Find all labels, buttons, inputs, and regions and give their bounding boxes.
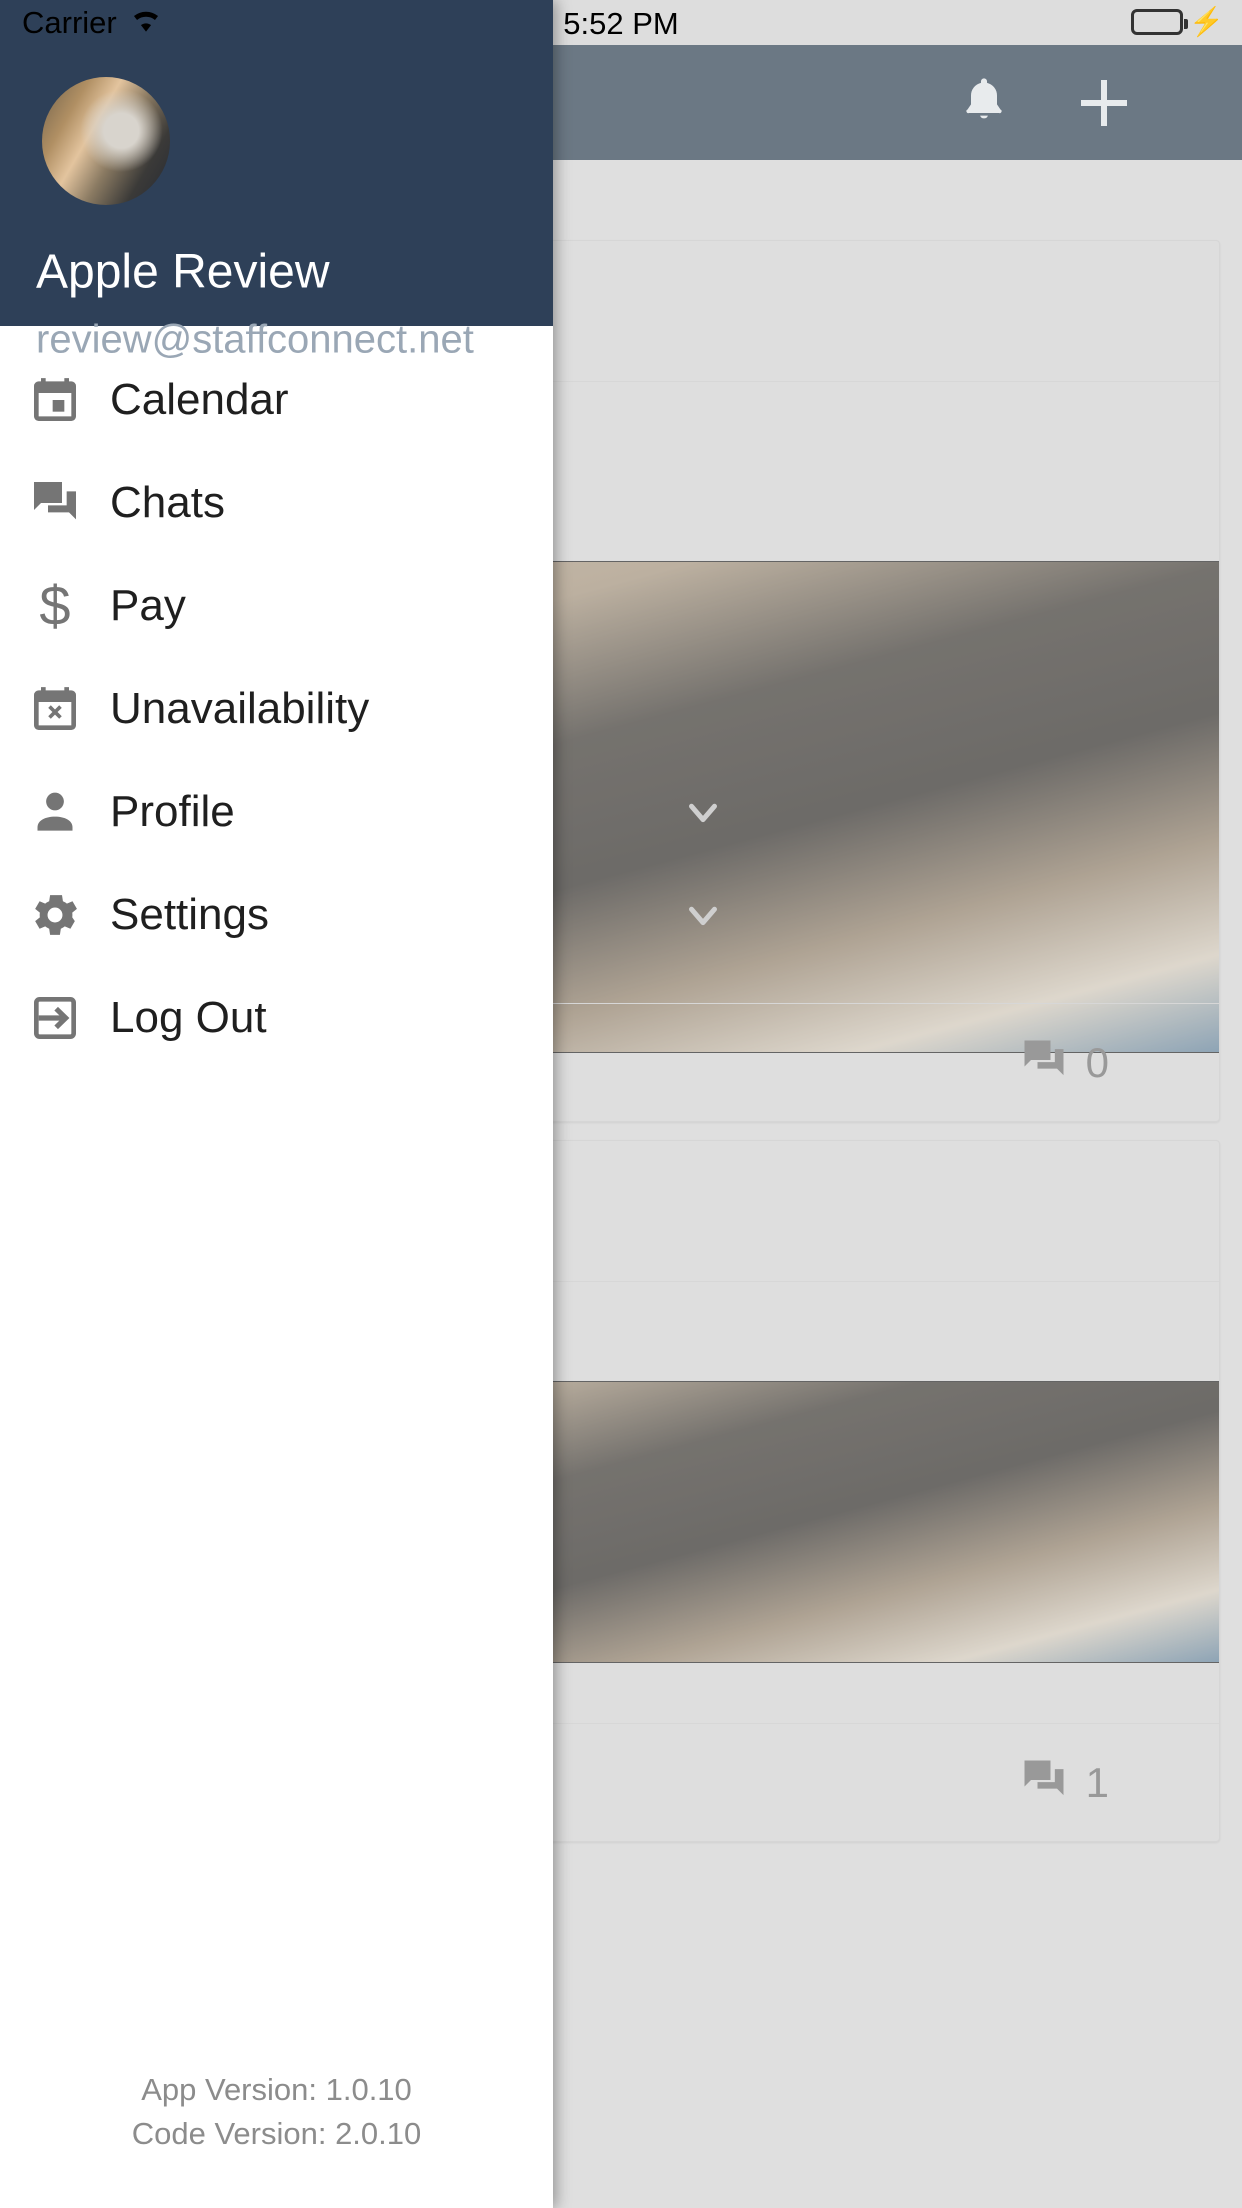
drawer-menu: Calendar Chats $ Pay Unavailability Prof… [0,326,717,1069]
menu-item-settings[interactable]: Settings [0,863,717,966]
status-bar: Carrier 5:52 PM ⚡ [0,0,1242,45]
comment-count: 1 [1085,1758,1109,1806]
calendar-icon [0,372,110,428]
menu-item-calendar[interactable]: Calendar [0,348,553,451]
menu-item-label: Profile [110,786,235,836]
menu-item-pay[interactable]: $ Pay [0,554,553,657]
menu-item-label: Chats [110,477,225,527]
battery-icon [1131,9,1189,35]
logout-arrow-icon [0,990,110,1046]
comment-count: 0 [1085,1038,1109,1086]
lightning-bolt-icon: ⚡ [1189,6,1224,37]
profile-name: Apple Review [36,245,330,299]
calendar-cancel-icon [0,681,110,737]
add-post-button[interactable] [1064,45,1144,160]
clock: 5:52 PM [563,6,679,41]
menu-item-label: Settings [110,889,269,939]
dollar-sign-icon: $ [39,573,71,637]
plus-icon [1081,79,1127,126]
app-version-text: App Version: 1.0.10 [141,2072,412,2107]
comment-icon[interactable] [1018,1034,1070,1091]
chat-bubbles-icon [0,475,110,531]
menu-item-label: Pay [110,580,186,630]
gear-icon [0,887,110,943]
bell-icon [958,72,1010,133]
notifications-button[interactable] [944,45,1024,160]
status-right: ⚡ [1131,8,1224,36]
avatar[interactable] [42,77,170,205]
menu-item-log-out[interactable]: Log Out [0,966,553,1069]
chevron-down-icon[interactable] [680,892,726,938]
drawer-header[interactable]: Apple Review review@staffconnect.net [0,0,553,362]
drawer-footer: App Version: 1.0.10 Code Version: 2.0.10 [0,2068,553,2156]
menu-item-unavailability[interactable]: Unavailability [0,657,553,760]
menu-item-label: Log Out [110,992,267,1042]
menu-item-chats[interactable]: Chats [0,451,553,554]
person-icon [0,784,110,840]
menu-item-label: Unavailability [110,683,370,733]
code-version-text: Code Version: 2.0.10 [131,2116,422,2151]
menu-item-label: Calendar [110,374,289,424]
navigation-drawer: Apple Review review@staffconnect.net Cal… [0,0,717,2208]
app-screen: fice today! Can't wait ng campaign that … [0,0,1242,2208]
chevron-down-icon[interactable] [680,789,726,835]
menu-item-profile[interactable]: Profile [0,760,717,863]
comment-icon[interactable] [1018,1754,1070,1811]
